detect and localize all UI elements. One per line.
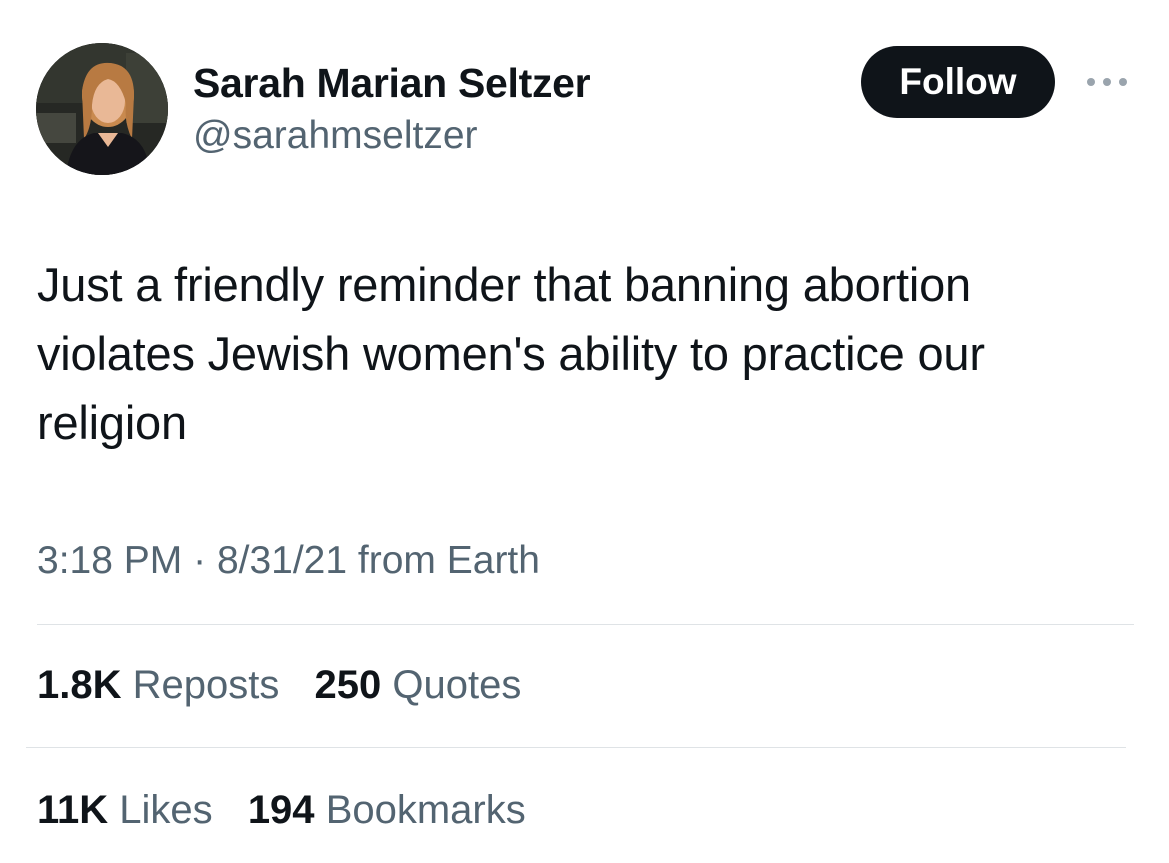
divider (37, 624, 1134, 625)
stats-row-shares: 1.8K Reposts 250 Quotes (37, 660, 545, 710)
author-name[interactable]: Sarah Marian Seltzer (193, 59, 591, 107)
quotes-stat[interactable]: 250 Quotes (315, 660, 522, 710)
stats-row-engagement: 11K Likes 194 Bookmarks (37, 785, 550, 835)
reposts-count: 1.8K (37, 663, 122, 707)
bookmarks-stat[interactable]: 194 Bookmarks (248, 785, 526, 835)
bookmarks-label: Bookmarks (325, 788, 526, 832)
reposts-stat[interactable]: 1.8K Reposts (37, 660, 279, 710)
tweet-text: Just a friendly reminder that banning ab… (37, 258, 985, 449)
avatar[interactable] (36, 43, 168, 175)
likes-count: 11K (37, 788, 109, 832)
likes-stat[interactable]: 11K Likes (37, 785, 213, 835)
more-dots-icon[interactable] (1082, 70, 1132, 94)
follow-button[interactable]: Follow (861, 46, 1055, 118)
quotes-count: 250 (314, 663, 382, 707)
meta-separator: · (193, 539, 207, 582)
tweet-time[interactable]: 3:18 PM (37, 539, 182, 582)
divider (26, 747, 1126, 748)
likes-label: Likes (119, 788, 213, 832)
bookmarks-count: 194 (247, 788, 315, 832)
reposts-label: Reposts (132, 663, 280, 707)
tweet-meta: 3:18 PM · 8/31/21 from Earth (37, 537, 540, 585)
tweet-source: from Earth (357, 539, 540, 582)
author-handle[interactable]: @sarahmseltzer (193, 113, 478, 159)
avatar-photo (36, 43, 168, 175)
quotes-label: Quotes (392, 663, 522, 707)
tweet-card: Sarah Marian Seltzer @sarahmseltzer Foll… (0, 0, 1169, 863)
tweet-date[interactable]: 8/31/21 (217, 539, 347, 582)
